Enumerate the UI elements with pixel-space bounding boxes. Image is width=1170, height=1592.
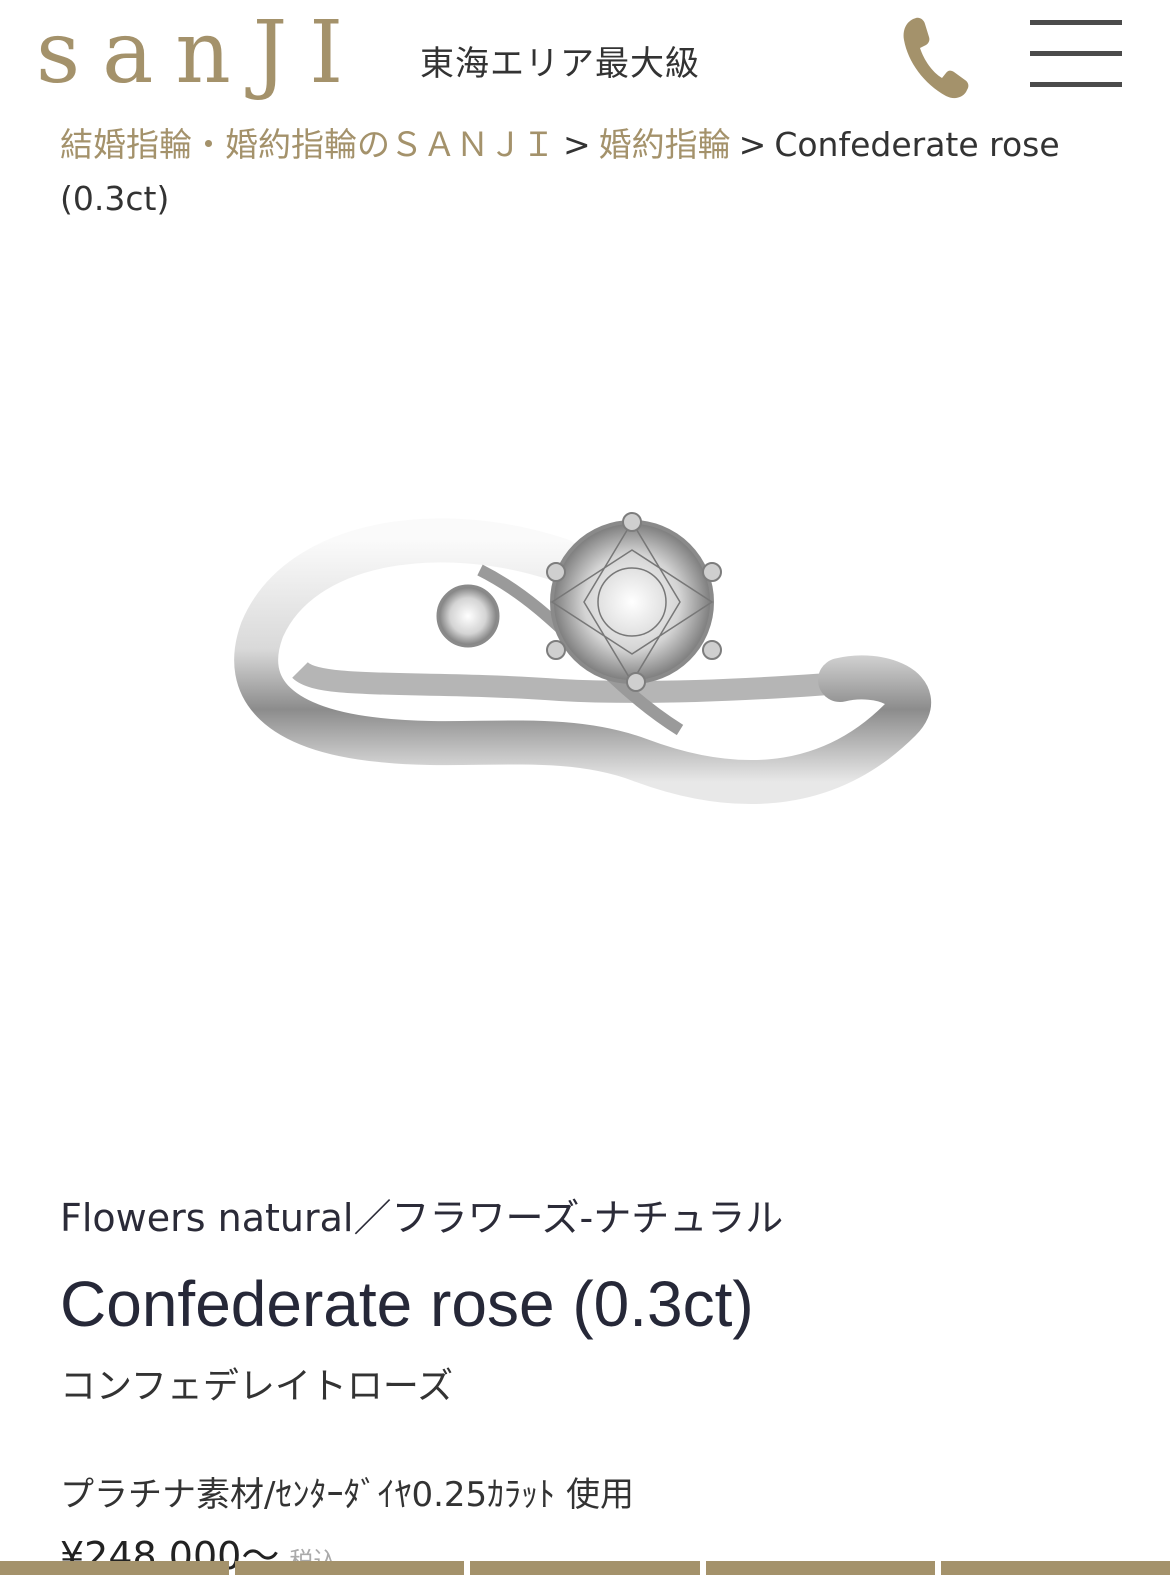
bottom-nav-tab[interactable]	[0, 1561, 230, 1575]
hamburger-menu-icon	[1030, 20, 1122, 25]
breadcrumb: 結婚指輪・婚約指輪のＳＡＮＪＩ > 婚約指輪 > Confederate rose (0…	[60, 118, 1120, 226]
bottom-nav-tab[interactable]	[235, 1561, 465, 1575]
menu-button[interactable]	[1030, 20, 1122, 88]
site-logo[interactable]: sanJI	[36, 8, 365, 98]
product-title: Confederate rose (0.3ct)	[60, 1268, 754, 1340]
ring-image	[234, 512, 931, 805]
bottom-nav-tab[interactable]	[705, 1561, 935, 1575]
breadcrumb-separator: >	[563, 125, 591, 164]
bottom-nav-tab[interactable]	[470, 1561, 700, 1575]
price-row: ¥248,000〜税込	[60, 1528, 1120, 1592]
hamburger-menu-icon	[1030, 82, 1122, 87]
phone-button[interactable]	[898, 12, 974, 102]
site-tagline: 東海エリア最大級	[420, 44, 700, 84]
bottom-nav-bar	[0, 1561, 1170, 1575]
phone-icon	[903, 17, 969, 99]
site-header: sanJI 東海エリア最大級	[0, 0, 1170, 110]
product-info: Flowers natural／フラワーズ-ナチュラル Confederate …	[60, 1190, 1120, 1592]
product-image[interactable]	[0, 250, 1170, 1170]
bottom-nav-tab[interactable]	[940, 1561, 1170, 1575]
breadcrumb-home-link[interactable]: 結婚指輪・婚約指輪のＳＡＮＪＩ	[60, 125, 555, 164]
breadcrumb-separator: >	[738, 125, 767, 164]
product-spec: プラチナ素材/ｾﾝﾀｰﾀﾞｲﾔ0.25ｶﾗｯﾄ 使用	[60, 1475, 634, 1515]
product-name-kana: コンフェデレイトローズ	[60, 1366, 454, 1407]
hamburger-menu-icon	[1030, 51, 1122, 56]
product-collection: Flowers natural／フラワーズ-ナチュラル	[60, 1196, 784, 1240]
breadcrumb-category-link[interactable]: 婚約指輪	[599, 125, 731, 164]
